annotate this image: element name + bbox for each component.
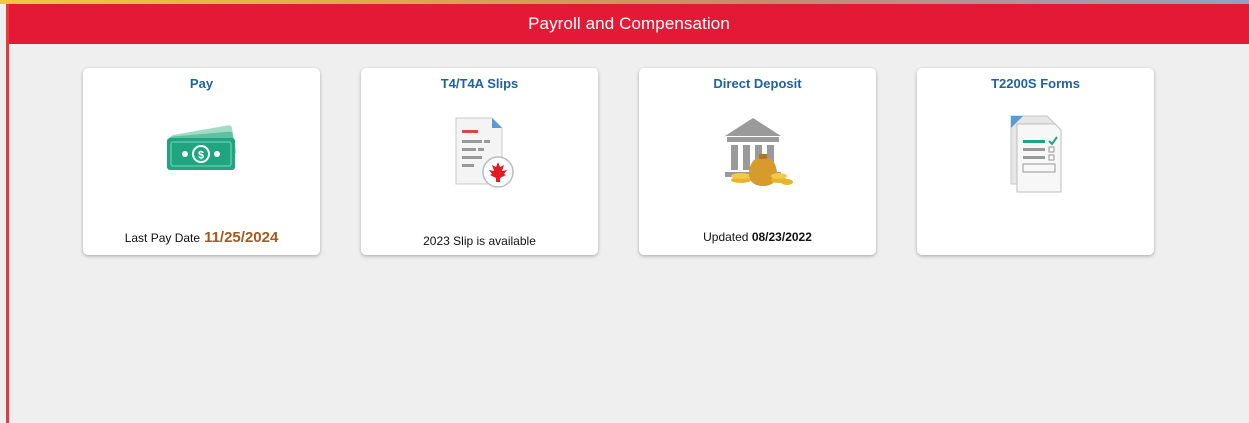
tile-t2200s-forms-title: T2200S Forms (991, 76, 1080, 91)
left-accent-rule (6, 4, 9, 423)
page-title: Payroll and Compensation (528, 14, 730, 33)
tile-t4-slips-title: T4/T4A Slips (440, 76, 519, 91)
last-pay-date-value: 11/25/2024 (204, 229, 279, 246)
tile-t4-slips[interactable]: T4/T4A Slips 2023 Slip is available (361, 68, 598, 255)
page-header: Payroll and Compensation (9, 4, 1249, 44)
last-pay-date-label: Last Pay Date (124, 231, 201, 245)
tile-t4-slips-footer: 2023 Slip is available (423, 234, 536, 248)
bank-deposit-icon (713, 114, 803, 197)
svg-text:$: $ (197, 150, 203, 162)
deposit-updated-date: 08/23/2022 (751, 230, 812, 244)
form-checklist-icon (1001, 114, 1071, 199)
page-background: Payroll and Compensation Pay $ Last Pay (0, 0, 1249, 423)
tile-pay[interactable]: Pay $ Last Pay Date 11/25/2024 (83, 68, 320, 255)
tile-pay-title: Pay (189, 76, 214, 91)
tile-direct-deposit-title: Direct Deposit (713, 76, 802, 91)
deposit-updated-label: Updated (703, 230, 749, 244)
money-icon: $ (161, 122, 243, 179)
tile-t2200s-forms[interactable]: T2200S Forms (917, 68, 1154, 255)
tile-direct-deposit[interactable]: Direct Deposit Updated 08/23/2022 (639, 68, 876, 255)
tile-pay-footer: Last Pay Date 11/25/2024 (83, 229, 320, 246)
tax-slip-maple-leaf-icon (440, 114, 520, 195)
tile-direct-deposit-footer: Updated 08/23/2022 (639, 230, 876, 244)
